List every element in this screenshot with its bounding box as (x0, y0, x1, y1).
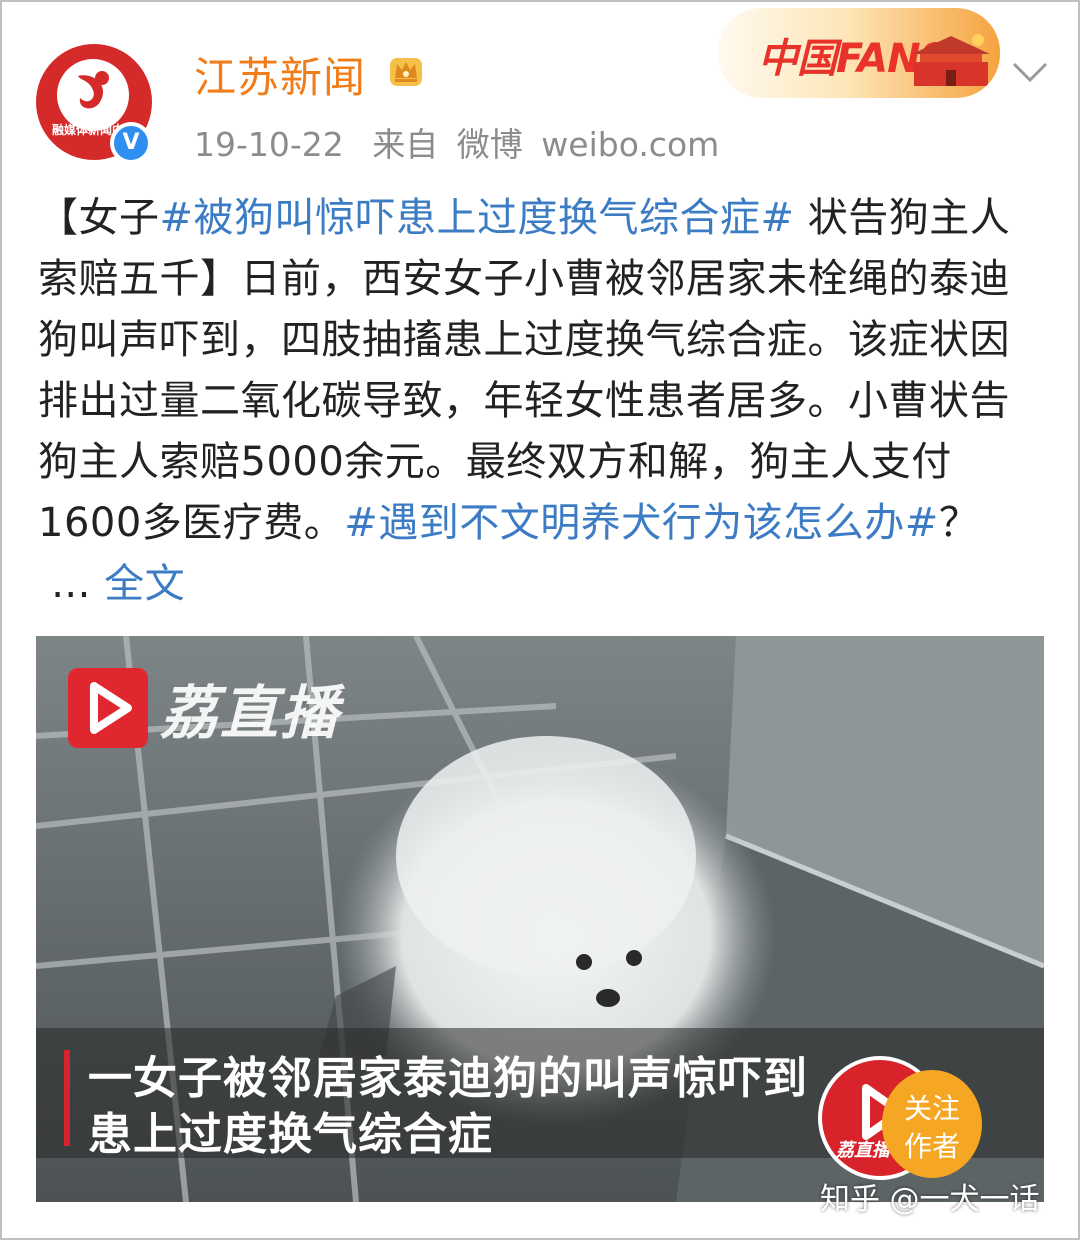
post-date: 19-10-22 (194, 125, 344, 164)
subtitle-accent-bar (64, 1050, 70, 1146)
user-name[interactable]: 江苏新闻 (194, 44, 366, 105)
source-app[interactable]: 微博 (457, 125, 523, 164)
channel-logo-icon (68, 668, 148, 748)
video-player[interactable]: 荔直播 一女子被邻居家泰迪狗的叫声惊吓到 患上过度换气综合症 荔直播 关注 作者 (36, 636, 1044, 1202)
source-domain: weibo.com (541, 125, 720, 164)
post-text: 【女子#被狗叫惊吓患上过度换气综合症# 状告狗主人索赔五千】日前，西安女子小曹被… (38, 188, 1038, 615)
follow-author-label[interactable]: 关注 作者 (882, 1070, 982, 1178)
verified-icon: V (110, 122, 152, 164)
source-prefix: 来自 (372, 125, 439, 164)
subtitle-line-2: 患上过度换气综合症 (88, 1109, 493, 1160)
channel-logo-name: 荔直播 (160, 679, 341, 747)
post-meta: 19-10-22 来自 微博 weibo.com (194, 118, 737, 166)
hashtag-link[interactable]: #遇到不文明养犬行为该怎么办# (344, 500, 939, 546)
chevron-down-icon[interactable] (1010, 60, 1050, 86)
tiananmen-icon (912, 34, 990, 86)
subtitle-line-1: 一女子被邻居家泰迪狗的叫声惊吓到 (88, 1053, 808, 1104)
post-title-open: 【女子 (38, 195, 160, 241)
post-question-mark: ？ (938, 500, 980, 546)
follow-label-line-1: 关注 (903, 1092, 960, 1125)
crown-icon (390, 58, 422, 86)
hashtag-link[interactable]: #被狗叫惊吓患上过度换气综合症# (160, 195, 795, 241)
fans-badge[interactable]: 中国FANS (718, 8, 1000, 98)
watermark-text: 知乎 @一犬一话 (820, 1182, 1040, 1217)
read-more-link[interactable]: 全文 (104, 561, 185, 607)
follow-label-line-2: 作者 (903, 1130, 960, 1163)
post-ellipsis: ... (38, 561, 105, 607)
